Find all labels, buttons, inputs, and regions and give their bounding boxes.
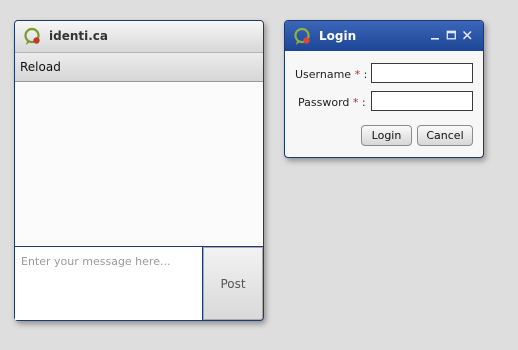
username-label: Username * : bbox=[295, 68, 368, 81]
required-marker: * bbox=[354, 68, 361, 81]
main-window-title: identi.ca bbox=[49, 29, 109, 43]
identica-logo-icon bbox=[24, 27, 40, 45]
close-icon[interactable] bbox=[462, 29, 473, 41]
post-button[interactable]: Post bbox=[203, 247, 263, 320]
identica-logo-icon bbox=[294, 27, 310, 45]
login-titlebar[interactable]: Login bbox=[285, 21, 483, 51]
required-marker: * bbox=[352, 96, 359, 109]
login-button[interactable]: Login bbox=[361, 125, 412, 146]
minimize-icon[interactable] bbox=[430, 29, 441, 41]
password-input[interactable] bbox=[371, 91, 473, 111]
maximize-icon[interactable] bbox=[446, 29, 457, 41]
login-dialog-title: Login bbox=[319, 29, 357, 43]
message-composer bbox=[15, 247, 203, 320]
main-titlebar[interactable]: identi.ca bbox=[15, 21, 263, 53]
reload-button[interactable]: Reload bbox=[20, 60, 61, 74]
password-label: Password * : bbox=[298, 96, 366, 109]
login-dialog: Login Username * : Password * : Login Ca… bbox=[284, 20, 484, 158]
username-input[interactable] bbox=[371, 63, 473, 83]
message-input[interactable] bbox=[15, 247, 202, 320]
identica-window: identi.ca Reload Post bbox=[14, 20, 264, 321]
main-toolbar: Reload bbox=[15, 53, 263, 82]
cancel-button[interactable]: Cancel bbox=[417, 125, 473, 146]
timeline-panel[interactable] bbox=[15, 82, 263, 247]
